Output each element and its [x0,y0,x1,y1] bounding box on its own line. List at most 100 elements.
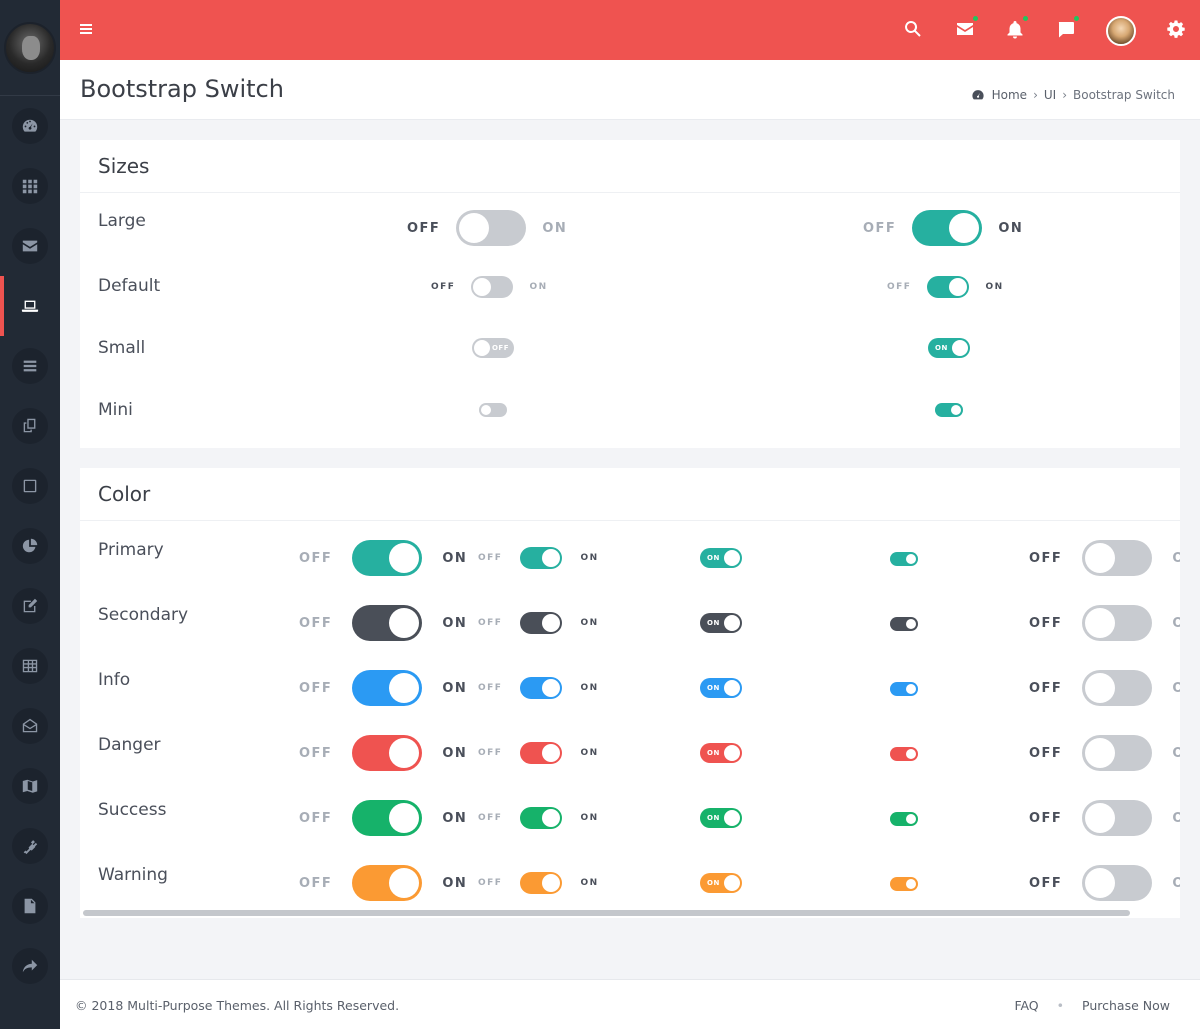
switch-track[interactable]: ON [928,338,970,358]
switch-track[interactable] [1082,670,1153,706]
switch-large-on[interactable]: OFF ON [863,210,1023,246]
breadcrumb-ui[interactable]: UI [1044,88,1056,102]
switch-knob[interactable] [389,803,420,833]
switch-track[interactable] [1082,735,1153,771]
switch-primary-large-off[interactable]: OFF ON [1029,540,1180,576]
switch-knob[interactable] [542,809,561,827]
switch-secondary-small[interactable]: ON [700,613,742,633]
search-button[interactable] [902,18,924,40]
switch-success-large-off[interactable]: OFF ON [1029,800,1180,836]
switch-success-mini[interactable] [890,812,918,826]
switch-knob[interactable] [724,615,740,631]
switch-primary-mini[interactable] [890,552,918,566]
switch-track[interactable] [520,872,563,894]
switch-track[interactable] [890,812,918,826]
switch-default-on[interactable]: OFF ON [887,276,1004,298]
switch-small-off[interactable]: OFF [472,338,514,358]
switch-success-large[interactable]: OFF ON [299,800,467,836]
sidebar-item-maps[interactable] [0,756,60,816]
switch-knob[interactable] [389,868,420,898]
switch-knob[interactable] [542,614,561,632]
switch-track[interactable] [890,747,918,761]
switch-knob[interactable] [906,554,916,564]
switch-knob[interactable] [949,213,980,243]
sidebar-item-list[interactable] [0,336,60,396]
switch-success-default[interactable]: OFF ON [478,807,599,829]
sidebar-item-email-templates[interactable] [0,696,60,756]
profile-avatar[interactable] [4,21,56,74]
switch-track[interactable] [1082,800,1153,836]
switch-track[interactable] [352,540,423,576]
switch-track[interactable] [912,210,983,246]
switch-secondary-mini[interactable] [890,617,918,631]
notifications-button[interactable] [1004,15,1029,40]
switch-knob[interactable] [542,549,561,567]
switch-danger-large-off[interactable]: OFF ON [1029,735,1180,771]
switch-knob[interactable] [906,879,916,889]
switch-knob[interactable] [951,405,961,415]
sidebar-item-share[interactable] [0,936,60,996]
sidebar-item-charts[interactable] [0,516,60,576]
switch-knob[interactable] [389,608,420,638]
switch-primary-small[interactable]: ON [700,548,742,568]
switch-track[interactable] [520,807,563,829]
switch-track[interactable] [520,612,563,634]
switch-warning-large[interactable]: OFF ON [299,865,467,901]
switch-track[interactable] [479,403,507,417]
switch-knob[interactable] [949,278,968,296]
sidebar-item-ui[interactable] [0,276,60,336]
switch-knob[interactable] [481,405,491,415]
user-avatar[interactable] [1106,16,1136,46]
sidebar-item-forms[interactable] [0,576,60,636]
switch-track[interactable] [890,877,918,891]
switch-secondary-default[interactable]: OFF ON [478,612,599,634]
switch-knob[interactable] [906,749,916,759]
switch-danger-small[interactable]: ON [700,743,742,763]
switch-track[interactable] [890,617,918,631]
switch-knob[interactable] [389,673,420,703]
sidebar-item-extensions[interactable] [0,816,60,876]
switch-knob[interactable] [542,744,561,762]
switch-warning-large-off[interactable]: OFF ON [1029,865,1180,901]
switch-track[interactable] [1082,605,1153,641]
switch-track[interactable]: OFF [472,338,514,358]
switch-knob[interactable] [724,810,740,826]
sidebar-item-tables[interactable] [0,636,60,696]
sidebar-item-apps[interactable] [0,156,60,216]
switch-secondary-large-off[interactable]: OFF ON [1029,605,1180,641]
menu-icon[interactable] [80,24,92,36]
settings-button[interactable] [1165,18,1187,40]
switch-knob[interactable] [459,213,490,243]
switch-knob[interactable] [1085,673,1116,703]
switch-warning-mini[interactable] [890,877,918,891]
switch-knob[interactable] [1085,738,1116,768]
switch-info-default[interactable]: OFF ON [478,677,599,699]
switch-info-mini[interactable] [890,682,918,696]
switch-knob[interactable] [1085,608,1116,638]
mail-button[interactable] [954,15,979,40]
switch-warning-default[interactable]: OFF ON [478,872,599,894]
switch-track[interactable] [927,276,970,298]
switch-info-large-off[interactable]: OFF ON [1029,670,1180,706]
switch-knob[interactable] [1085,803,1116,833]
switch-track[interactable] [935,403,963,417]
switch-knob[interactable] [1085,543,1116,573]
switch-track[interactable]: ON [700,613,742,633]
switch-knob[interactable] [389,738,420,768]
switch-track[interactable] [890,552,918,566]
switch-large-off[interactable]: OFF ON [407,210,567,246]
switch-track[interactable] [456,210,527,246]
switch-primary-default[interactable]: OFF ON [478,547,599,569]
switch-info-large[interactable]: OFF ON [299,670,467,706]
faq-link[interactable]: FAQ [1014,998,1038,1013]
switch-knob[interactable] [952,340,968,356]
switch-mini-off[interactable] [479,403,507,417]
switch-track[interactable] [352,605,423,641]
switch-knob[interactable] [724,680,740,696]
switch-knob[interactable] [1085,868,1116,898]
sidebar-item-documents[interactable] [0,876,60,936]
switch-mini-on[interactable] [935,403,963,417]
horizontal-scrollbar[interactable] [83,910,1130,916]
switch-track[interactable] [352,735,423,771]
switch-track[interactable] [352,670,423,706]
